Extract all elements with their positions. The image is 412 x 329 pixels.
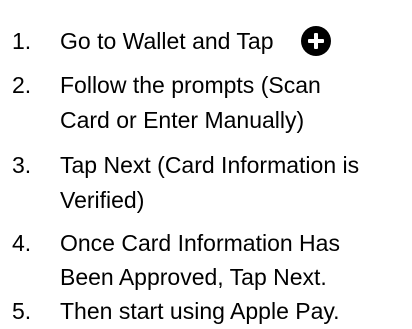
- step-number: 5.: [12, 298, 32, 324]
- step-text: Card or Enter Manually): [60, 107, 305, 133]
- step-text: Been Approved, Tap Next.: [60, 264, 327, 290]
- plus-circle-icon: [301, 26, 331, 56]
- step-text: Then start using Apple Pay.: [60, 298, 340, 324]
- step-text: Tap Next (Card Information is: [60, 152, 360, 178]
- step-number: 1.: [12, 28, 32, 54]
- step-number: 3.: [12, 152, 32, 178]
- step-number: 4.: [12, 230, 32, 256]
- step-text: Follow the prompts (Scan: [60, 72, 321, 98]
- instructions-list: 1. Go to Wallet and Tap 2. Follow the pr…: [0, 0, 412, 329]
- step-text: Go to Wallet and Tap: [60, 28, 274, 54]
- step-number: 2.: [12, 72, 32, 98]
- step-text: Once Card Information Has: [60, 230, 340, 256]
- step-text: Verified): [60, 187, 145, 213]
